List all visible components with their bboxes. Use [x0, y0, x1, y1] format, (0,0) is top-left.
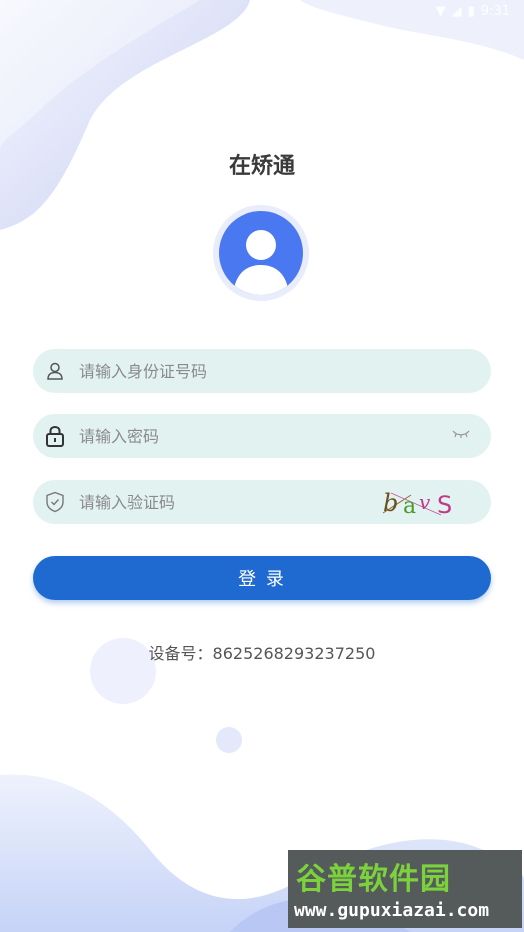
- svg-text:a: a: [403, 494, 416, 519]
- status-icons: ▼ ◢ ▮ 9:31: [436, 4, 510, 19]
- avatar: [213, 205, 309, 301]
- device-id-label: 设备号：8625268293237250: [148, 644, 376, 663]
- shield-icon: [43, 490, 67, 514]
- battery-icon: ▮: [467, 4, 475, 19]
- svg-text:v: v: [419, 490, 431, 514]
- lock-icon: [43, 424, 67, 448]
- status-bar: ▼ ◢ ▮ 9:31: [0, 0, 524, 28]
- eye-closed-icon[interactable]: [451, 426, 471, 445]
- captcha-input[interactable]: [77, 491, 381, 513]
- background-decoration: [0, 0, 524, 932]
- user-icon: [43, 359, 67, 383]
- watermark-url: www.gupuxiazai.com: [294, 900, 490, 921]
- password-input[interactable]: [77, 425, 381, 447]
- user-avatar-icon: [219, 211, 303, 295]
- captcha-field[interactable]: b a v S: [33, 480, 491, 524]
- id-number-field[interactable]: [33, 349, 491, 393]
- watermark-title: 谷普软件园: [296, 862, 451, 897]
- svg-text:S: S: [437, 491, 452, 519]
- status-time: 9:31: [480, 4, 510, 19]
- signal-icon: ◢: [451, 4, 462, 19]
- svg-text:b: b: [383, 489, 398, 517]
- login-button[interactable]: 登 录: [33, 556, 491, 600]
- wifi-icon: ▼: [435, 4, 446, 19]
- id-number-input[interactable]: [77, 360, 381, 382]
- password-field[interactable]: [33, 414, 491, 458]
- captcha-image[interactable]: b a v S: [381, 483, 461, 521]
- app-title: 在矫通: [228, 154, 295, 179]
- decor-bubble-small: [216, 727, 242, 753]
- watermark-logo: 谷普软件园 www.gupuxiazai.com: [288, 850, 522, 928]
